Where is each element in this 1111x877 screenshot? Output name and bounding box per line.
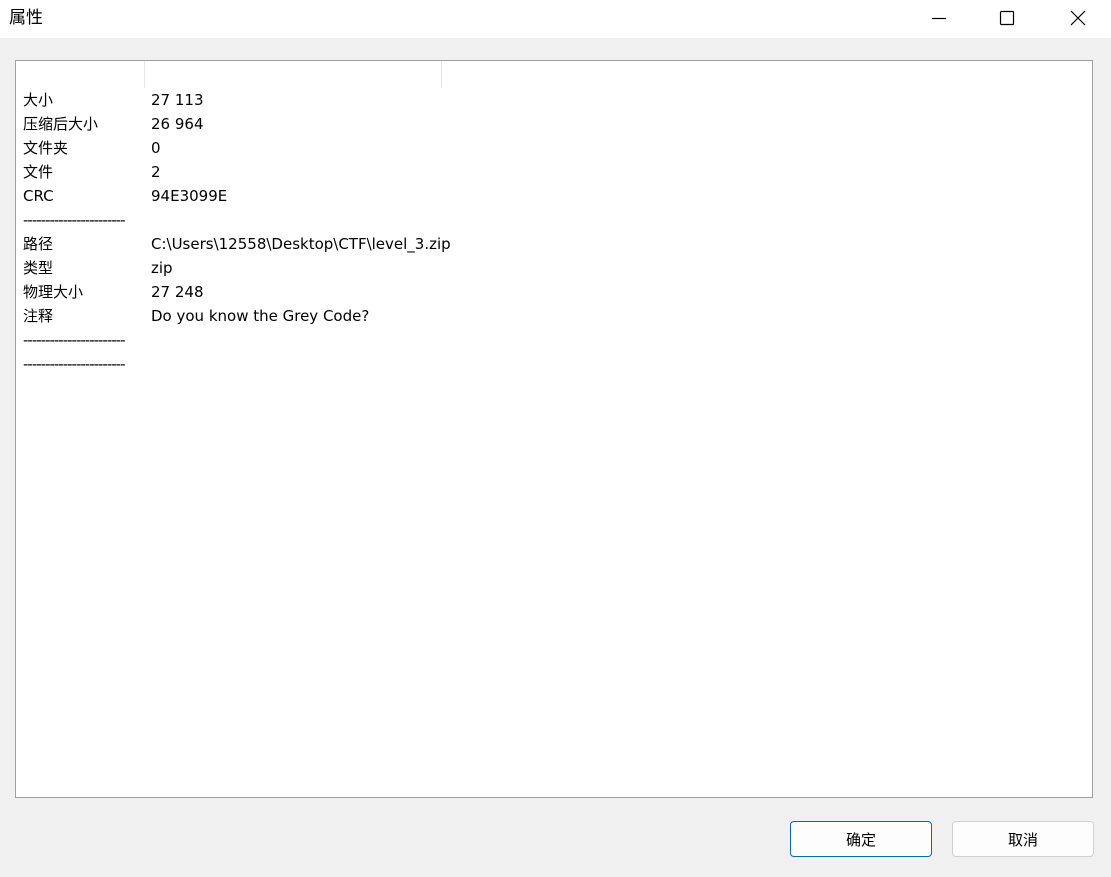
- property-value: 27 248: [151, 283, 204, 301]
- close-button[interactable]: [1043, 0, 1111, 36]
- property-value: 94E3099E: [151, 187, 228, 205]
- property-row-folders[interactable]: 文件夹 0: [23, 136, 1092, 160]
- property-row-packed-size[interactable]: 压缩后大小 26 964: [23, 112, 1092, 136]
- close-icon: [1070, 10, 1086, 26]
- cancel-button[interactable]: 取消: [952, 821, 1094, 857]
- ok-button[interactable]: 确定: [790, 821, 932, 857]
- property-key: 压缩后大小: [23, 115, 99, 133]
- property-key: 注释: [23, 307, 54, 325]
- separator-row[interactable]: -----------------------: [23, 208, 1092, 232]
- property-row-comment[interactable]: 注释 Do you know the Grey Code?: [23, 304, 1092, 328]
- property-key: 文件夹: [23, 139, 69, 157]
- property-row-path[interactable]: 路径 C:\Users\12558\Desktop\CTF\level_3.zi…: [23, 232, 1092, 256]
- property-row-size[interactable]: 大小 27 113: [23, 88, 1092, 112]
- property-row-crc[interactable]: CRC 94E3099E: [23, 184, 1092, 208]
- maximize-icon: [999, 10, 1015, 26]
- property-row-files[interactable]: 文件 2: [23, 160, 1092, 184]
- separator-line: -----------------------: [23, 355, 125, 373]
- property-row-physical-size[interactable]: 物理大小 27 248: [23, 280, 1092, 304]
- property-key: 路径: [23, 235, 54, 253]
- separator-line: -----------------------: [23, 211, 125, 229]
- minimize-icon: [932, 17, 946, 20]
- property-value: 26 964: [151, 115, 204, 133]
- properties-list[interactable]: 大小 27 113 压缩后大小 26 964 文件夹 0 文件 2 CRC 94…: [15, 60, 1093, 798]
- property-key: CRC: [23, 187, 54, 205]
- title-bar: 属性: [0, 0, 1111, 38]
- separator-row[interactable]: -----------------------: [23, 352, 1092, 376]
- property-value: 27 113: [151, 91, 204, 109]
- property-value: 0: [151, 139, 161, 157]
- minimize-button[interactable]: [904, 0, 974, 36]
- property-value: C:\Users\12558\Desktop\CTF\level_3.zip: [151, 235, 451, 253]
- property-key: 物理大小: [23, 283, 84, 301]
- property-rows: 大小 27 113 压缩后大小 26 964 文件夹 0 文件 2 CRC 94…: [23, 88, 1092, 376]
- column-header-divider[interactable]: [441, 61, 442, 88]
- column-header-divider[interactable]: [144, 61, 145, 88]
- property-value: 2: [151, 163, 161, 181]
- property-value: zip: [151, 259, 173, 277]
- window-title: 属性: [9, 8, 43, 28]
- property-key: 类型: [23, 259, 54, 277]
- maximize-button[interactable]: [972, 0, 1042, 36]
- separator-line: -----------------------: [23, 331, 125, 349]
- property-row-type[interactable]: 类型 zip: [23, 256, 1092, 280]
- property-key: 文件: [23, 163, 54, 181]
- property-key: 大小: [23, 91, 54, 109]
- property-value: Do you know the Grey Code?: [151, 307, 370, 325]
- separator-row[interactable]: -----------------------: [23, 328, 1092, 352]
